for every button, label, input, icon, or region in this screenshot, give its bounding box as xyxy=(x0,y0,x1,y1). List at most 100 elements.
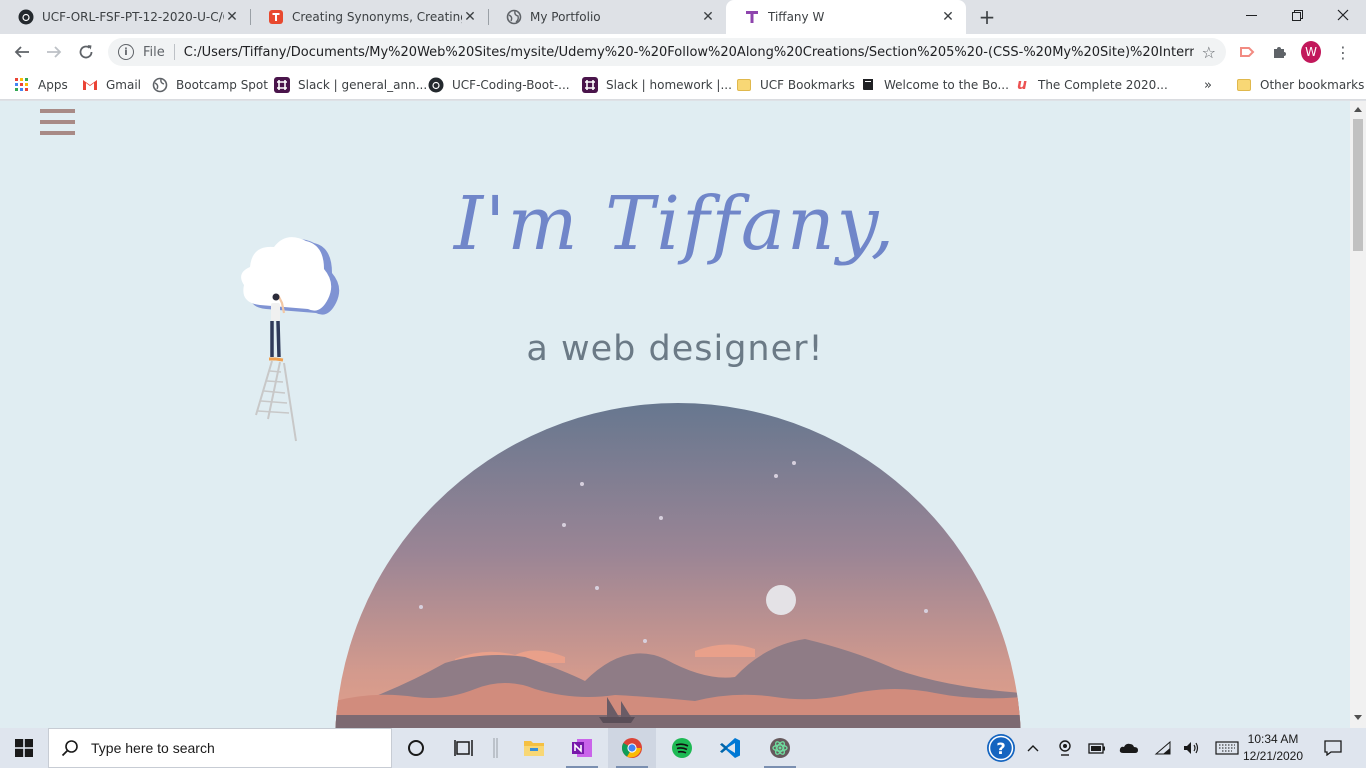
windows-taskbar: Type here to search ? 10:34 AM 12/21/202… xyxy=(0,728,1366,768)
chevron-up-icon[interactable] xyxy=(1022,728,1044,768)
reload-button[interactable] xyxy=(72,38,100,66)
tab-title: My Portfolio xyxy=(530,10,601,24)
arrow-right-icon xyxy=(47,46,62,58)
restore-button[interactable] xyxy=(1274,0,1320,30)
clock-time: 10:34 AM xyxy=(1247,732,1299,746)
tab-title: Tiffany W xyxy=(768,10,825,24)
bookmark-slack-general[interactable]: Slack | general_ann... xyxy=(274,76,427,94)
windows-logo-icon xyxy=(15,739,33,757)
browser-toolbar: i File C:/Users/Tiffany/Documents/My%20W… xyxy=(0,34,1366,70)
start-button[interactable] xyxy=(0,728,48,768)
close-icon[interactable]: ✕ xyxy=(700,9,716,25)
github-icon xyxy=(18,9,34,25)
minimize-button[interactable] xyxy=(1228,0,1274,30)
scroll-up-arrow-icon[interactable] xyxy=(1354,107,1362,112)
close-window-button[interactable] xyxy=(1320,0,1366,30)
t-logo-icon xyxy=(744,9,760,25)
github-icon xyxy=(428,77,444,93)
bookmark-label: UCF-Coding-Boot-... xyxy=(452,78,570,92)
close-icon[interactable]: ✕ xyxy=(224,9,240,25)
cortana-icon[interactable] xyxy=(392,728,440,768)
arrow-left-icon xyxy=(14,46,29,58)
wifi-icon[interactable] xyxy=(1150,728,1176,768)
page-scrollbar[interactable] xyxy=(1350,101,1366,728)
vscode-icon[interactable] xyxy=(706,728,754,768)
tab-strip: UCF-ORL-FSF-PT-12-2020-U-C/C ✕ Creating … xyxy=(0,0,1366,34)
menu-kebab-icon[interactable]: ⋮ xyxy=(1333,42,1353,62)
tab-portfolio[interactable]: My Portfolio ✕ xyxy=(488,0,726,34)
page-viewport: I'm Tiffany, a web designer! xyxy=(0,101,1350,728)
volume-icon[interactable] xyxy=(1180,728,1204,768)
bookmark-slack-homework[interactable]: Slack | homework |... xyxy=(582,76,732,94)
new-tab-button[interactable]: + xyxy=(976,7,998,29)
back-button[interactable] xyxy=(8,38,36,66)
address-divider xyxy=(173,44,175,60)
close-icon[interactable]: ✕ xyxy=(940,9,956,25)
avatar: W xyxy=(1301,41,1321,63)
bookmark-other[interactable]: Other bookmarks xyxy=(1236,76,1364,94)
extension-cast-icon[interactable] xyxy=(1237,42,1257,62)
webcam-icon[interactable] xyxy=(1052,728,1078,768)
bookmarks-bar: Apps Gmail Bootcamp Spot Slack | general… xyxy=(0,70,1366,100)
hero-title: I'm Tiffany, xyxy=(453,181,897,267)
folder-icon xyxy=(736,77,752,93)
search-icon xyxy=(61,740,78,757)
task-view-icon[interactable] xyxy=(440,728,488,768)
file-explorer-icon[interactable] xyxy=(510,728,558,768)
bookmark-ucf-folder[interactable]: UCF Bookmarks xyxy=(736,76,855,94)
bookmark-apps[interactable]: Apps xyxy=(14,76,68,94)
scrollbar-thumb[interactable] xyxy=(1353,119,1363,251)
thesaurus-icon xyxy=(268,9,284,25)
tab-title: UCF-ORL-FSF-PT-12-2020-U-C/C xyxy=(42,10,224,24)
tab-github[interactable]: UCF-ORL-FSF-PT-12-2020-U-C/C ✕ xyxy=(0,0,250,34)
profile-avatar[interactable]: W xyxy=(1301,41,1321,63)
sunset-planet-illustration xyxy=(335,401,1021,728)
bookmark-label: Other bookmarks xyxy=(1260,78,1365,92)
address-bar[interactable]: i File C:/Users/Tiffany/Documents/My%20W… xyxy=(108,38,1226,66)
udemy-icon: u xyxy=(1017,77,1027,93)
folder-icon xyxy=(1236,77,1252,93)
svg-text:?: ? xyxy=(996,739,1005,758)
onenote-icon[interactable] xyxy=(558,728,606,768)
bookmark-label: Bootcamp Spot xyxy=(176,78,268,92)
scroll-down-arrow-icon[interactable] xyxy=(1354,715,1362,720)
bookmark-label: Slack | general_ann... xyxy=(298,78,428,92)
tab-tiffany[interactable]: Tiffany W ✕ xyxy=(726,0,966,34)
help-icon[interactable]: ? xyxy=(984,728,1018,768)
gmail-icon xyxy=(82,77,98,93)
forward-button[interactable] xyxy=(40,38,68,66)
reload-icon xyxy=(79,45,93,59)
globe-icon xyxy=(506,9,522,25)
tab-thesaurus[interactable]: Creating Synonyms, Creating Ant ✕ xyxy=(250,0,488,34)
extensions-puzzle-icon[interactable] xyxy=(1270,42,1290,62)
onedrive-icon[interactable] xyxy=(1116,728,1142,768)
bookmark-udemy[interactable]: u The Complete 2020... xyxy=(1014,76,1168,94)
notifications-icon[interactable] xyxy=(1318,728,1348,768)
hamburger-menu-icon[interactable] xyxy=(40,109,75,137)
tab-title: Creating Synonyms, Creating Ant xyxy=(292,10,462,24)
close-icon[interactable]: ✕ xyxy=(462,9,478,25)
search-placeholder: Type here to search xyxy=(91,740,215,756)
spotify-icon[interactable] xyxy=(658,728,706,768)
system-clock[interactable]: 10:34 AM 12/21/2020 xyxy=(1238,731,1308,765)
bookmark-gmail[interactable]: Gmail xyxy=(82,76,141,94)
bookmarks-overflow-button[interactable]: » xyxy=(1204,76,1212,94)
taskbar-search[interactable]: Type here to search xyxy=(48,728,392,768)
bookmark-welcome[interactable]: Welcome to the Bo... xyxy=(860,76,1009,94)
battery-icon[interactable] xyxy=(1084,728,1110,768)
hero-subtitle: a web designer! xyxy=(526,329,824,369)
bookmark-star-icon[interactable]: ☆ xyxy=(1202,43,1216,62)
chrome-icon[interactable] xyxy=(608,728,656,768)
taskbar-divider xyxy=(486,728,506,768)
bookmark-label: Welcome to the Bo... xyxy=(884,78,1009,92)
bookmark-label: Gmail xyxy=(106,78,142,92)
bookmark-label: The Complete 2020... xyxy=(1038,78,1168,92)
bookmark-bootcamp-spot[interactable]: Bootcamp Spot xyxy=(152,76,268,94)
slack-icon xyxy=(274,77,290,93)
atom-icon[interactable] xyxy=(756,728,804,768)
bookmark-ucf-coding[interactable]: UCF-Coding-Boot-... xyxy=(428,76,570,94)
apps-grid-icon xyxy=(14,77,30,93)
bookmark-label: Slack | homework |... xyxy=(606,78,732,92)
info-icon[interactable]: i xyxy=(118,44,134,60)
url-text[interactable]: C:/Users/Tiffany/Documents/My%20Web%20Si… xyxy=(184,45,1194,60)
